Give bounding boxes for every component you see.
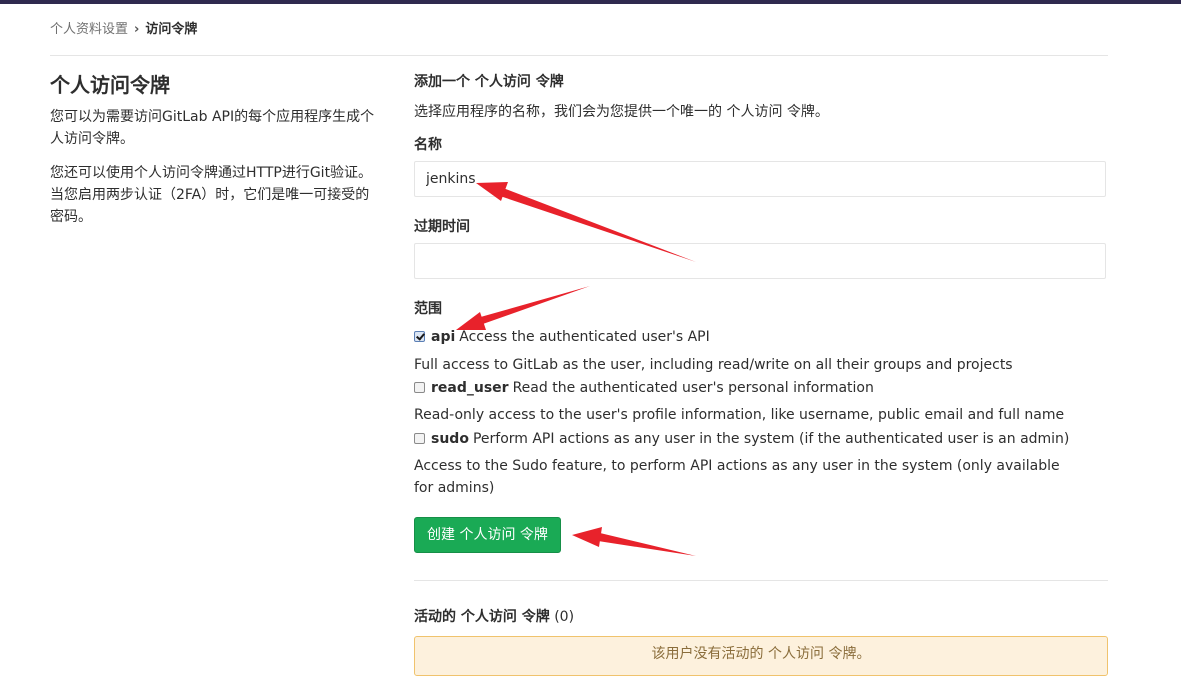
sidebar-description-2: 您还可以使用个人访问令牌通过HTTP进行Git验证。 当您启用两步认证（2FA）… <box>50 165 373 225</box>
scope-sudo-help: Access to the Sudo feature, to perform A… <box>414 458 1060 496</box>
sidebar-description-1: 您可以为需要访问GitLab API的每个应用程序生成个人访问令牌。 <box>50 109 375 147</box>
scope-api-summary: Access the authenticated user's API <box>459 329 710 345</box>
scope-sudo-checkbox[interactable] <box>414 433 425 444</box>
scope-sudo-name[interactable]: sudo <box>431 431 469 447</box>
scope-read-user-name[interactable]: read_user <box>431 380 509 396</box>
scope-api-checkbox[interactable] <box>414 331 425 342</box>
form-description: 选择应用程序的名称，我们会为您提供一个唯一的 个人访问 令牌。 <box>414 104 829 120</box>
sidebar-info: 个人访问令牌 您可以为需要访问GitLab API的每个应用程序生成个人访问令牌… <box>50 72 380 240</box>
active-tokens-count: (0) <box>554 609 575 625</box>
scope-read-user-help: Read-only access to the user's profile i… <box>414 407 1065 423</box>
scope-read-user-checkbox[interactable] <box>414 382 425 393</box>
page-title: 个人访问令牌 <box>50 73 170 97</box>
create-token-button[interactable]: 创建 个人访问 令牌 <box>414 517 561 553</box>
expires-label: 过期时间 <box>414 219 470 235</box>
scope-api-row: api Access the authenticated user's API <box>414 327 710 347</box>
breadcrumb: 个人资料设置 › 访问令牌 <box>50 21 197 39</box>
scope-read-user-row: read_user Read the authenticated user's p… <box>414 378 874 398</box>
expires-date-input[interactable] <box>414 243 1106 279</box>
name-label: 名称 <box>414 137 442 153</box>
scope-api-name[interactable]: api <box>431 329 455 345</box>
breadcrumb-parent-link[interactable]: 个人资料设置 <box>50 22 128 37</box>
scope-api-help: Full access to GitLab as the user, inclu… <box>414 357 1013 373</box>
header-divider <box>50 55 1108 56</box>
active-tokens-title: 活动的 个人访问 令牌 (0) <box>414 607 574 627</box>
top-navbar <box>0 0 1181 4</box>
breadcrumb-separator: › <box>134 22 140 37</box>
section-divider <box>414 580 1108 581</box>
form-section-title: 添加一个 个人访问 令牌 <box>414 74 564 90</box>
scope-sudo-summary: Perform API actions as any user in the s… <box>472 431 1070 447</box>
name-input[interactable] <box>414 161 1106 197</box>
breadcrumb-current[interactable]: 访问令牌 <box>145 22 197 37</box>
arrow-to-api-checkbox <box>456 286 590 330</box>
scope-read-user-summary: Read the authenticated user's personal i… <box>512 380 874 396</box>
scope-sudo-row: sudo Perform API actions as any user in t… <box>414 429 1069 449</box>
no-active-tokens-alert: 该用户没有活动的 个人访问 令牌。 <box>414 636 1108 676</box>
scopes-label: 范围 <box>414 301 442 317</box>
arrow-to-create-button <box>572 527 696 556</box>
active-tokens-label: 活动的 个人访问 令牌 <box>414 609 550 625</box>
